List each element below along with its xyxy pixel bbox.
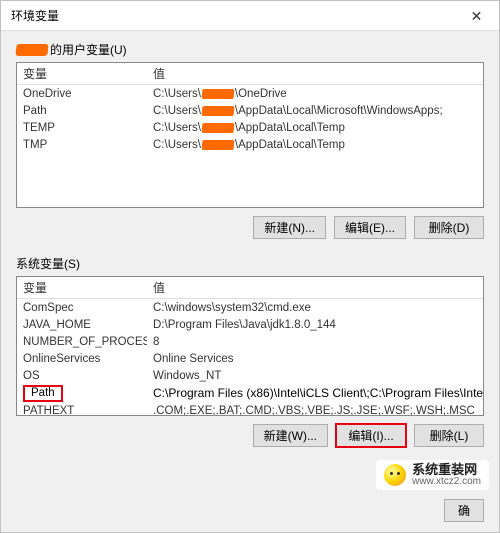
cell-variable: TMP (17, 139, 147, 151)
cell-value: C:\Program Files (x86)\Intel\iCLS Client… (147, 386, 483, 400)
cell-value: C:\Users\\OneDrive (147, 88, 483, 100)
table-row[interactable]: PATHEXT.COM;.EXE;.BAT;.CMD;.VBS;.VBE;.JS… (17, 402, 483, 416)
table-row[interactable]: TEMPC:\Users\\AppData\Local\Temp (17, 119, 483, 136)
user-edit-button[interactable]: 编辑(E)... (334, 216, 406, 239)
watermark-url: www.xtcz2.com (412, 477, 481, 488)
cell-value: Online Services (147, 353, 483, 365)
content-area: 的用户变量(U) 变量 值 OneDriveC:\Users\\OneDrive… (1, 31, 499, 455)
close-icon: ✕ (471, 8, 483, 25)
window-title: 环境变量 (11, 7, 59, 24)
col-header-variable[interactable]: 变量 (17, 279, 147, 296)
watermark-logo-icon (384, 464, 406, 486)
close-button[interactable]: ✕ (454, 1, 499, 31)
col-header-value[interactable]: 值 (147, 279, 483, 296)
cell-variable: OneDrive (17, 88, 147, 100)
cell-variable: NUMBER_OF_PROCESSORS (17, 336, 147, 348)
sys-vars-label: 系统变量(S) (16, 255, 484, 272)
sys-delete-button[interactable]: 删除(L) (414, 424, 484, 447)
user-rows-container: OneDriveC:\Users\\OneDrivePathC:\Users\\… (17, 85, 483, 153)
sys-rows-container: ComSpecC:\windows\system32\cmd.exeJAVA_H… (17, 299, 483, 416)
sys-edit-button[interactable]: 编辑(I)... (336, 424, 406, 447)
cell-value: .COM;.EXE;.BAT;.CMD;.VBS;.VBE;.JS;.JSE;.… (147, 405, 483, 417)
ok-button[interactable]: 确 (444, 499, 484, 522)
list-header: 变量 值 (17, 277, 483, 299)
titlebar: 环境变量 ✕ (1, 1, 499, 31)
cell-value: C:\Users\\AppData\Local\Microsoft\Window… (147, 105, 483, 117)
user-button-row: 新建(N)... 编辑(E)... 删除(D) (16, 208, 484, 247)
table-row[interactable]: TMPC:\Users\\AppData\Local\Temp (17, 136, 483, 153)
table-row[interactable]: OneDriveC:\Users\\OneDrive (17, 85, 483, 102)
cell-variable: Path (17, 385, 147, 402)
sys-button-row: 新建(W)... 编辑(I)... 删除(L) (16, 416, 484, 455)
list-header: 变量 值 (17, 63, 483, 85)
table-row[interactable]: PathC:\Program Files (x86)\Intel\iCLS Cl… (17, 384, 483, 402)
col-header-value[interactable]: 值 (147, 65, 483, 82)
sys-vars-list[interactable]: 变量 值 ComSpecC:\windows\system32\cmd.exeJ… (16, 276, 484, 416)
watermark: 系统重装网 www.xtcz2.com (376, 460, 489, 490)
table-row[interactable]: NUMBER_OF_PROCESSORS8 (17, 333, 483, 350)
cell-value: 8 (147, 336, 483, 348)
sys-vars-section: 系统变量(S) 变量 值 ComSpecC:\windows\system32\… (16, 255, 484, 455)
cell-variable: ComSpec (17, 302, 147, 314)
cell-variable: JAVA_HOME (17, 319, 147, 331)
user-new-button[interactable]: 新建(N)... (253, 216, 326, 239)
dialog-button-row: 确 (1, 489, 499, 532)
user-vars-section: 的用户变量(U) 变量 值 OneDriveC:\Users\\OneDrive… (16, 41, 484, 247)
table-row[interactable]: PathC:\Users\\AppData\Local\Microsoft\Wi… (17, 102, 483, 119)
col-header-variable[interactable]: 变量 (17, 65, 147, 82)
cell-variable: TEMP (17, 122, 147, 134)
redaction-mark (201, 89, 234, 99)
user-vars-list[interactable]: 变量 值 OneDriveC:\Users\\OneDrivePathC:\Us… (16, 62, 484, 208)
table-row[interactable]: OSWindows_NT (17, 367, 483, 384)
user-delete-button[interactable]: 删除(D) (414, 216, 484, 239)
cell-variable: PATHEXT (17, 405, 147, 417)
table-row[interactable]: JAVA_HOMED:\Program Files\Java\jdk1.8.0_… (17, 316, 483, 333)
cell-value: C:\Users\\AppData\Local\Temp (147, 139, 483, 151)
cell-value: C:\windows\system32\cmd.exe (147, 302, 483, 314)
table-row[interactable]: ComSpecC:\windows\system32\cmd.exe (17, 299, 483, 316)
user-vars-label: 的用户变量(U) (16, 41, 484, 58)
cell-value: Windows_NT (147, 370, 483, 382)
cell-value: D:\Program Files\Java\jdk1.8.0_144 (147, 319, 483, 331)
cell-variable: OS (17, 370, 147, 382)
cell-variable: Path (17, 105, 147, 117)
cell-value: C:\Users\\AppData\Local\Temp (147, 122, 483, 134)
cell-variable: OnlineServices (17, 353, 147, 365)
watermark-title: 系统重装网 (412, 463, 481, 477)
table-row[interactable]: OnlineServicesOnline Services (17, 350, 483, 367)
redaction-mark (201, 140, 234, 150)
redaction-mark (15, 44, 48, 56)
env-vars-dialog: 环境变量 ✕ 的用户变量(U) 变量 值 OneDriveC:\Users\\O… (0, 0, 500, 533)
redaction-mark (201, 106, 234, 116)
sys-new-button[interactable]: 新建(W)... (253, 424, 328, 447)
redaction-mark (201, 123, 234, 133)
